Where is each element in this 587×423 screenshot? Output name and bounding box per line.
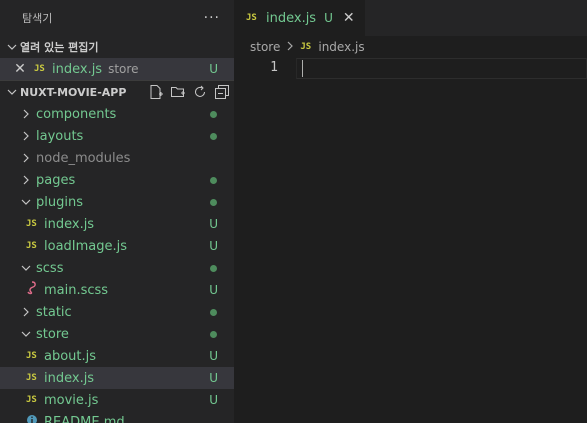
project-actions (148, 84, 230, 100)
js-file-icon: JS (26, 351, 37, 361)
scss-file-icon (26, 281, 44, 299)
git-changes-dot (210, 198, 217, 206)
open-editor-item[interactable]: ✕ JS index.js store U (0, 58, 234, 80)
tree-folder-scss[interactable]: scss (0, 257, 234, 279)
close-icon[interactable]: ✕ (6, 61, 34, 77)
tree-item-label: index.js (44, 370, 95, 386)
tree-item-label: static (36, 304, 72, 320)
new-file-icon[interactable] (148, 84, 164, 100)
chevron-down-icon (18, 329, 34, 340)
project-header[interactable]: NUXT-MOVIE-APP (0, 80, 234, 103)
tree-folder-plugins[interactable]: plugins (0, 191, 234, 213)
tree-item-label: scss (36, 260, 64, 276)
collapse-all-icon[interactable] (214, 84, 230, 100)
chevron-down-icon (18, 263, 34, 274)
explorer-sidebar: 탐색기 ··· 열려 있는 편집기 ✕ JS index.js store U … (0, 0, 234, 423)
tree-file-about.js[interactable]: JS about.js U (0, 345, 234, 367)
tree-file-README.md[interactable]: README.md (0, 411, 234, 423)
git-status-untracked: U (209, 239, 218, 253)
tree-item-label: README.md (44, 414, 125, 423)
file-tree: components layouts node_modulespages plugin… (0, 103, 234, 423)
tree-item-label: components (36, 106, 117, 122)
tree-item-label: pages (36, 172, 76, 188)
info-icon (26, 414, 44, 423)
git-status-untracked: U (209, 393, 218, 407)
js-file-icon: JS (26, 241, 37, 251)
vscode-window: 탐색기 ··· 열려 있는 편집기 ✕ JS index.js store U … (0, 0, 587, 423)
chevron-down-icon (4, 42, 20, 53)
git-changes-dot (210, 132, 217, 140)
chevron-right-icon (18, 131, 34, 142)
git-changes-dot (210, 330, 217, 338)
git-changes-dot (210, 176, 217, 184)
js-file-icon: JS (26, 219, 37, 229)
chevron-right-icon (286, 41, 294, 54)
tree-folder-static[interactable]: static (0, 301, 234, 323)
open-editor-desc: store (108, 62, 139, 76)
chevron-down-icon (4, 87, 20, 98)
chevron-right-icon (18, 153, 34, 164)
tree-item-label: about.js (44, 348, 97, 364)
tree-file-loadImage.js[interactable]: JS loadImage.js U (0, 235, 234, 257)
tree-item-label: movie.js (44, 392, 99, 408)
tree-file-movie.js[interactable]: JS movie.js U (0, 389, 234, 411)
breadcrumb-file[interactable]: index.js (318, 40, 364, 54)
tree-folder-layouts[interactable]: layouts (0, 125, 234, 147)
explorer-title-bar: 탐색기 ··· (0, 0, 234, 36)
js-file-icon: JS (26, 373, 37, 383)
text-cursor (302, 60, 303, 77)
more-actions-icon[interactable]: ··· (204, 10, 220, 26)
git-changes-dot (210, 264, 217, 272)
tree-folder-store[interactable]: store (0, 323, 234, 345)
editor-area: JS index.js U ✕ store JS index.js 1 (234, 0, 587, 423)
breadcrumb: store JS index.js (234, 36, 587, 58)
js-file-icon: JS (300, 42, 312, 52)
open-editor-name: index.js (52, 61, 103, 77)
tree-folder-pages[interactable]: pages (0, 169, 234, 191)
explorer-title: 탐색기 (22, 12, 53, 25)
chevron-right-icon (18, 307, 34, 318)
tree-item-label: index.js (44, 216, 95, 232)
git-status-untracked: U (324, 11, 333, 25)
tree-item-label: main.scss (44, 282, 109, 298)
tree-file-index.js[interactable]: JS index.js U (0, 367, 234, 389)
tab-label: index.js (266, 10, 317, 26)
chevron-down-icon (18, 197, 34, 208)
tree-item-label: loadImage.js (44, 238, 128, 254)
tree-item-label: plugins (36, 194, 83, 210)
tab-bar: JS index.js U ✕ (234, 0, 587, 36)
breadcrumb-folder[interactable]: store (250, 40, 280, 54)
chevron-right-icon (18, 175, 34, 186)
js-file-icon: JS (26, 395, 37, 405)
close-icon[interactable]: ✕ (343, 10, 355, 26)
git-status-untracked: U (209, 217, 218, 231)
git-changes-dot (210, 110, 217, 118)
open-editors-header[interactable]: 열려 있는 편집기 (0, 36, 234, 58)
tree-item-label: store (36, 326, 69, 342)
git-status-untracked: U (209, 349, 218, 363)
git-status-untracked: U (209, 283, 218, 297)
tree-file-main.scss[interactable]: main.scss U (0, 279, 234, 301)
line-number: 1 (270, 60, 278, 75)
tree-folder-components[interactable]: components (0, 103, 234, 125)
tree-item-label: layouts (36, 128, 84, 144)
js-file-icon: JS (34, 64, 45, 74)
current-line-highlight (296, 58, 587, 79)
code-editor[interactable]: 1 (234, 58, 587, 423)
tree-folder-node_modules[interactable]: node_modules (0, 147, 234, 169)
git-changes-dot (210, 308, 217, 316)
git-status-untracked: U (209, 371, 218, 385)
tab-index-js[interactable]: JS index.js U ✕ (234, 0, 365, 36)
project-label: NUXT-MOVIE-APP (20, 85, 127, 99)
new-folder-icon[interactable] (170, 84, 186, 100)
chevron-right-icon (18, 109, 34, 120)
git-status-untracked: U (209, 62, 218, 76)
js-file-icon: JS (246, 13, 257, 23)
open-editors-label: 열려 있는 편집기 (20, 41, 99, 54)
tree-file-index.js[interactable]: JS index.js U (0, 213, 234, 235)
refresh-icon[interactable] (192, 84, 208, 100)
tree-item-label: node_modules (36, 150, 131, 166)
